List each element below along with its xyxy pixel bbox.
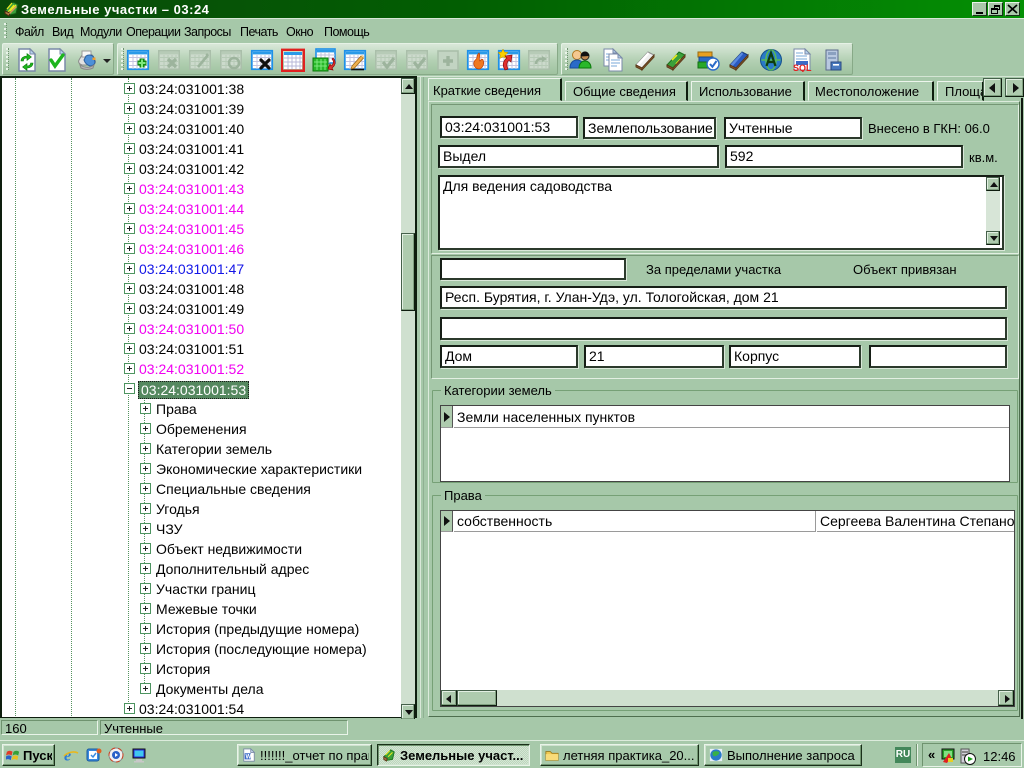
svg-text:W: W [246,754,252,761]
svg-text:SQL: SQL [793,63,812,72]
